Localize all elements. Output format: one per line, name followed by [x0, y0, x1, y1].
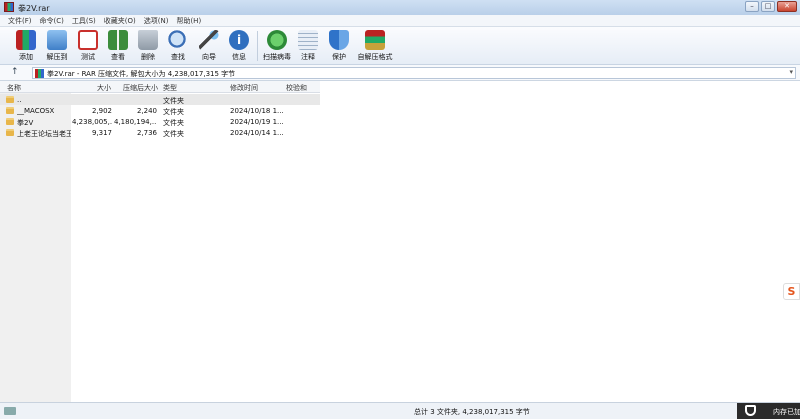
menu-tools[interactable]: 工具(S) [72, 15, 96, 26]
row-packed: 2,240 [136, 107, 157, 115]
menu-commands[interactable]: 命令(C) [40, 15, 64, 26]
folder-extract-icon [47, 30, 67, 50]
extract-to-label: 解压到 [46, 53, 68, 61]
view-button[interactable]: 查看 [103, 29, 133, 63]
column-header: 名称 大小 压缩后大小 类型 修改时间 校验和 [0, 81, 320, 93]
wizard-label: 向导 [202, 53, 216, 61]
virus-scan-button[interactable]: 扫描病毒 [261, 29, 293, 63]
sogou-ime-icon[interactable]: S [783, 283, 800, 300]
row-modified: 2024/10/14 1... [230, 129, 284, 137]
comment-button[interactable]: 注释 [293, 29, 323, 63]
row-name: .. [17, 96, 22, 104]
security-tray-popup[interactable]: 内存已加 [737, 403, 800, 419]
protect-label: 保护 [332, 53, 346, 61]
wizard-button[interactable]: 向导 [194, 29, 224, 63]
menu-file[interactable]: 文件(F) [8, 15, 32, 26]
folder-icon [6, 107, 14, 114]
row-packed: 2,736 [136, 129, 157, 137]
folder-up-icon [6, 96, 14, 103]
sfx-archive-icon [365, 30, 385, 50]
info-button[interactable]: i 信息 [224, 29, 254, 63]
table-row[interactable]: .. 文件夹 [0, 94, 320, 105]
row-size: 9,317 [91, 129, 112, 137]
shield-icon [745, 405, 756, 416]
folder-icon [6, 129, 14, 136]
sfx-button[interactable]: 自解压格式 [356, 29, 394, 63]
title-bar: 拳2V.rar – □ ✕ [0, 0, 800, 15]
delete-button[interactable]: 删除 [133, 29, 163, 63]
close-button[interactable]: ✕ [777, 1, 797, 12]
virus-scan-label: 扫描病毒 [263, 53, 291, 61]
status-bar: 总计 3 文件夹, 4,238,017,315 字节 [0, 402, 800, 419]
info-label: 信息 [232, 53, 246, 61]
status-summary: 总计 3 文件夹, 4,238,017,315 字节 [414, 408, 530, 416]
tray-text: 内存已加 [773, 408, 800, 416]
chevron-down-icon[interactable]: ▾ [789, 68, 793, 76]
shield-icon [329, 30, 349, 50]
find-label: 查找 [171, 53, 185, 61]
column-packed[interactable]: 压缩后大小 [123, 83, 158, 93]
winrar-app-icon[interactable] [4, 2, 14, 12]
test-label: 测试 [81, 53, 95, 61]
menu-options[interactable]: 选项(N) [144, 15, 169, 26]
row-modified: 2024/10/19 1... [230, 118, 284, 126]
archive-path-field[interactable]: 拳2V.rar - RAR 压缩文件, 解包大小为 4,238,017,315 … [32, 67, 796, 79]
table-row[interactable]: 上老王论坛当老王 9,317 2,736 文件夹 2024/10/14 1... [0, 127, 320, 138]
file-list-panel: 名称 大小 压缩后大小 类型 修改时间 校验和 .. 文件夹 __MACOSX … [0, 81, 800, 402]
add-label: 添加 [19, 53, 33, 61]
row-size: 4,238,005,... [72, 118, 112, 126]
rar-file-icon [35, 69, 44, 78]
row-packed: 4,180,194,... [114, 118, 157, 126]
view-book-icon [108, 30, 128, 50]
row-name: __MACOSX [17, 107, 55, 115]
minimize-button[interactable]: – [745, 1, 759, 12]
window-controls: – □ ✕ [745, 1, 797, 12]
protect-button[interactable]: 保护 [324, 29, 354, 63]
column-name[interactable]: 名称 [7, 83, 21, 93]
magnifier-icon [168, 30, 188, 50]
toolbar: 添加 解压到 测试 查看 删除 查找 向导 i 信息 扫描病毒 注释 保护 自解… [0, 27, 800, 65]
add-button[interactable]: 添加 [11, 29, 41, 63]
info-icon: i [229, 30, 249, 50]
maximize-button[interactable]: □ [761, 1, 775, 12]
row-type: 文件夹 [163, 130, 184, 138]
extract-to-button[interactable]: 解压到 [42, 29, 72, 63]
address-bar: ↑ 拳2V.rar - RAR 压缩文件, 解包大小为 4,238,017,31… [0, 65, 800, 81]
sfx-label: 自解压格式 [357, 53, 393, 61]
column-checksum[interactable]: 校验和 [286, 83, 307, 93]
folder-icon [6, 118, 14, 125]
test-clipboard-icon [78, 30, 98, 50]
test-button[interactable]: 测试 [73, 29, 103, 63]
table-row[interactable]: __MACOSX 2,902 2,240 文件夹 2024/10/18 1... [0, 105, 320, 116]
column-modified[interactable]: 修改时间 [230, 83, 258, 93]
row-size: 2,902 [91, 107, 112, 115]
comment-note-icon [298, 30, 318, 50]
row-name: 上老王论坛当老王 [17, 130, 71, 138]
virus-scan-icon [267, 30, 287, 50]
find-button[interactable]: 查找 [163, 29, 193, 63]
wand-icon [199, 30, 219, 50]
view-label: 查看 [111, 53, 125, 61]
menu-help[interactable]: 帮助(H) [176, 15, 201, 26]
up-arrow-icon[interactable]: ↑ [11, 67, 19, 77]
add-archive-icon [16, 30, 36, 50]
toolbar-separator [257, 31, 258, 61]
row-modified: 2024/10/18 1... [230, 107, 284, 115]
table-row[interactable]: 拳2V 4,238,005,... 4,180,194,... 文件夹 2024… [0, 116, 320, 127]
delete-label: 删除 [141, 53, 155, 61]
window-title: 拳2V.rar [18, 4, 50, 13]
comment-label: 注释 [301, 53, 315, 61]
column-type[interactable]: 类型 [163, 83, 177, 93]
menu-favorites[interactable]: 收藏夹(O) [104, 15, 136, 26]
trash-icon [138, 30, 158, 50]
menu-bar: 文件(F) 命令(C) 工具(S) 收藏夹(O) 选项(N) 帮助(H) [0, 15, 800, 27]
column-size[interactable]: 大小 [97, 83, 111, 93]
drive-icon[interactable] [4, 407, 16, 415]
archive-path-text: 拳2V.rar - RAR 压缩文件, 解包大小为 4,238,017,315 … [47, 70, 236, 78]
